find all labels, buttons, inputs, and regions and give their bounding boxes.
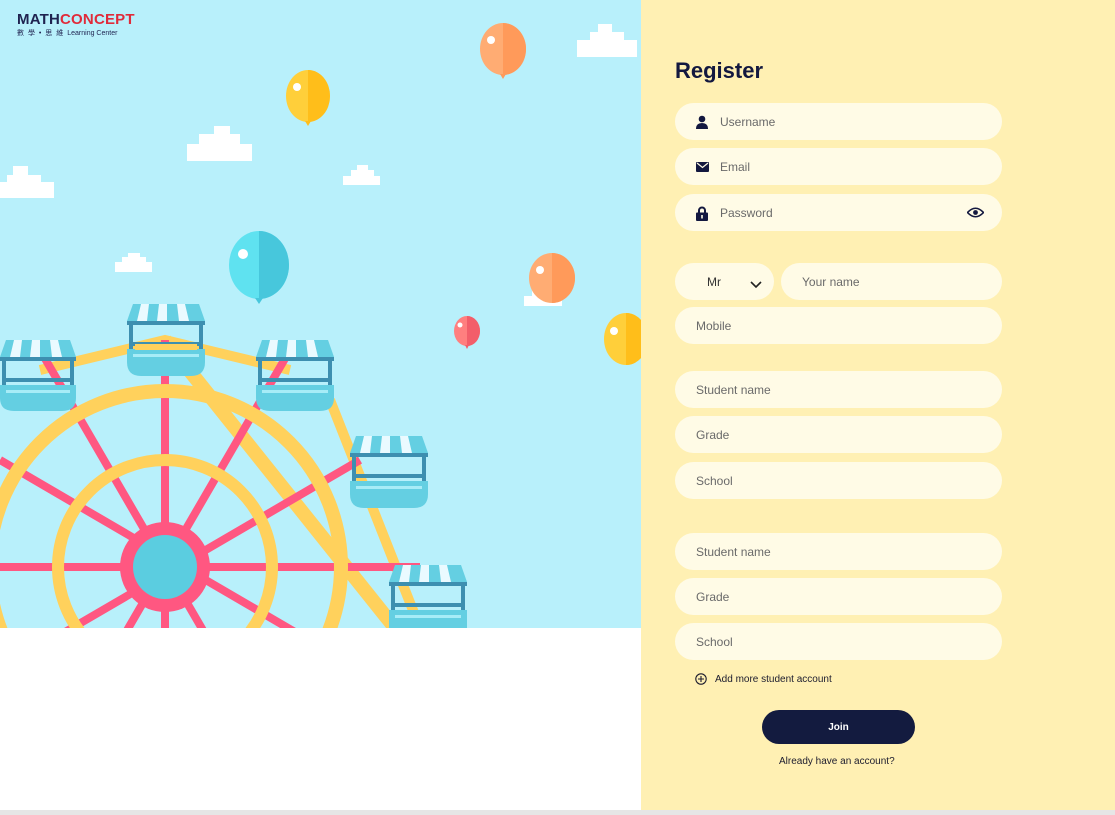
balloon-shapes	[229, 23, 641, 365]
student-2-grade-field[interactable]: Grade	[675, 578, 1002, 615]
page-title: Register	[675, 58, 764, 83]
mobile-field[interactable]: Mobile	[675, 307, 1002, 344]
student-1-name-field[interactable]: Student name	[675, 371, 1002, 408]
username-field[interactable]: Username	[675, 103, 1002, 140]
logo-brand-accent: CONCEPT	[60, 11, 135, 28]
envelope-icon	[694, 159, 710, 175]
school-placeholder: School	[696, 634, 733, 649]
student-2-school-field[interactable]: School	[675, 623, 1002, 660]
logo-chinese-text: 數 學 • 思 維	[17, 30, 65, 37]
your-name-field[interactable]: Your name	[781, 263, 1002, 300]
your-name-placeholder: Your name	[802, 274, 860, 289]
student-name-placeholder: Student name	[696, 544, 771, 559]
plus-circle-icon	[695, 673, 707, 685]
salutation-value: Mr	[707, 274, 721, 289]
logo-brand-prefix: MATH	[17, 11, 61, 28]
chevron-down-icon	[750, 276, 762, 289]
logo-learning-center: Learning Center	[67, 30, 118, 37]
hero-panel: MATHCONCEPT 數 學 • 思 維 Learning Center	[0, 0, 641, 810]
student-1-grade-field[interactable]: Grade	[675, 416, 1002, 453]
user-icon	[694, 114, 710, 130]
page-bottom-strip	[0, 810, 1115, 815]
logo-wordmark: MATHCONCEPT	[17, 12, 135, 28]
salutation-select[interactable]: Mr	[675, 263, 774, 300]
login-link[interactable]: Already have an account?	[779, 756, 895, 767]
math-concept-logo[interactable]: MATHCONCEPT 數 學 • 思 維 Learning Center	[17, 12, 135, 38]
logo-tagline: 數 學 • 思 維 Learning Center	[17, 29, 135, 38]
student-2-name-field[interactable]: Student name	[675, 533, 1002, 570]
eye-icon[interactable]	[966, 204, 984, 220]
grade-placeholder: Grade	[696, 427, 730, 442]
add-student-label: Add more student account	[715, 673, 832, 685]
mobile-placeholder: Mobile	[696, 318, 732, 333]
ferris-wheel-illustration	[0, 0, 641, 628]
lock-icon	[694, 205, 710, 221]
illustration-svg	[0, 23, 641, 628]
student-name-placeholder: Student name	[696, 382, 771, 397]
add-student-button[interactable]: Add more student account	[695, 673, 832, 685]
password-field[interactable]: Password	[675, 194, 1002, 231]
email-placeholder: Email	[720, 159, 751, 174]
grade-placeholder: Grade	[696, 589, 730, 604]
join-button[interactable]: Join	[762, 710, 915, 744]
email-field[interactable]: Email	[675, 148, 1002, 185]
student-1-school-field[interactable]: School	[675, 462, 1002, 499]
password-placeholder: Password	[720, 205, 773, 220]
username-placeholder: Username	[720, 114, 776, 129]
school-placeholder: School	[696, 473, 733, 488]
